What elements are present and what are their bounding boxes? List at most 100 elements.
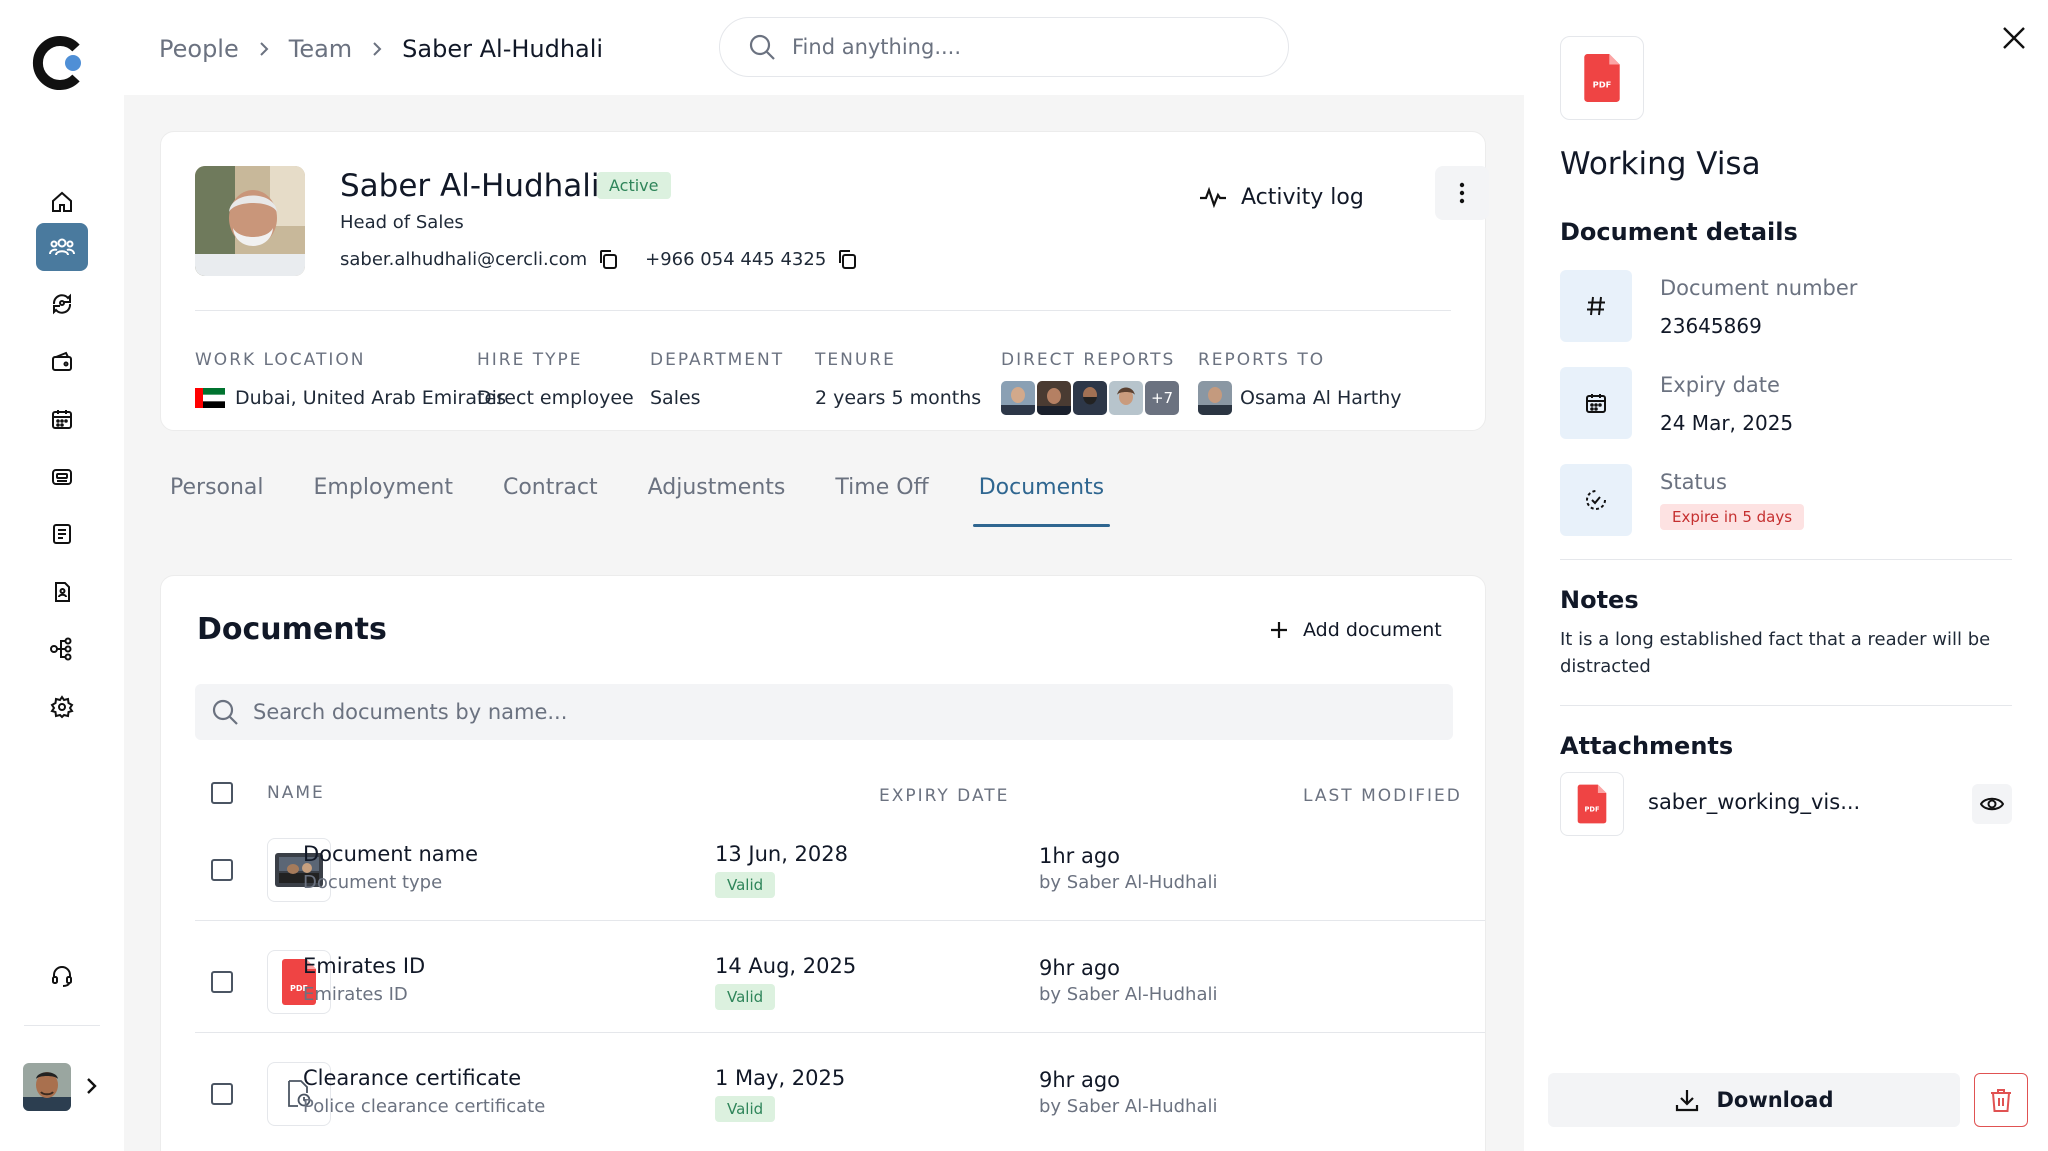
attachment-name[interactable]: saber_working_vis...: [1648, 790, 1860, 814]
field-tenure: TENURE 2 years 5 months: [815, 350, 981, 414]
select-all-checkbox[interactable]: [211, 782, 233, 804]
document-name[interactable]: Emirates ID: [303, 954, 425, 978]
sidebar-item-home[interactable]: [36, 178, 88, 226]
field-department: DEPARTMENT Sales: [650, 350, 784, 414]
add-document-button[interactable]: Add document: [1269, 610, 1442, 650]
activity-log-label: Activity log: [1241, 184, 1364, 210]
expiry-date-label: Expiry date: [1660, 373, 1780, 397]
tab-documents[interactable]: Documents: [972, 475, 1111, 527]
sidebar-item-settings[interactable]: [36, 683, 88, 731]
tab-adjustments[interactable]: Adjustments: [642, 475, 792, 527]
sidebar-item-org-chart[interactable]: [36, 625, 88, 673]
document-details-title: Document details: [1560, 218, 1798, 246]
main-content: Saber Al-Hudhali Active Head of Sales sa…: [124, 95, 1524, 1151]
panel-divider: [1560, 705, 2012, 706]
reports-to-value[interactable]: Osama Al Harthy: [1198, 381, 1402, 415]
sidebar-item-documents[interactable]: [36, 568, 88, 616]
direct-reports-value[interactable]: +7: [1001, 381, 1179, 415]
sidebar-item-payroll[interactable]: [36, 338, 88, 386]
uae-flag-icon: [195, 388, 225, 408]
chevron-right-icon: [259, 41, 269, 57]
column-header-expiry: EXPIRY DATE: [879, 786, 1010, 806]
activity-log-button[interactable]: Activity log: [1199, 172, 1364, 222]
document-name[interactable]: Document name: [303, 842, 478, 866]
row-divider: [195, 1032, 1485, 1033]
department-value: Sales: [650, 387, 701, 409]
copy-email-icon[interactable]: [597, 248, 619, 270]
tab-contract[interactable]: Contract: [497, 475, 604, 527]
global-search-input[interactable]: Find anything....: [719, 17, 1289, 77]
preview-attachment-button[interactable]: [1972, 784, 2012, 824]
profile-divider: [195, 310, 1451, 311]
employee-name: Saber Al-Hudhali: [340, 168, 600, 204]
hire-type-value: Direct employee: [477, 387, 634, 409]
status-check-icon: [1560, 464, 1632, 536]
add-document-label: Add document: [1303, 619, 1442, 641]
more-reports-count: +7: [1145, 381, 1179, 415]
tab-time-off[interactable]: Time Off: [829, 475, 934, 527]
document-modified-by: by Saber Al-Hudhali: [1039, 1096, 1218, 1117]
attachment-pdf-icon: PDF: [1560, 772, 1624, 836]
documents-title: Documents: [197, 612, 387, 647]
sidebar-item-people[interactable]: [36, 223, 88, 271]
document-name[interactable]: Clearance certificate: [303, 1066, 521, 1090]
field-work-location: WORK LOCATION Dubai, United Arab Emirate…: [195, 350, 506, 414]
contact-row: saber.alhudhali@cercli.com +966 054 445 …: [340, 248, 884, 270]
field-hire-type: HIRE TYPE Direct employee: [477, 350, 634, 414]
document-modified: 9hr ago: [1039, 1068, 1121, 1092]
manager-name: Osama Al Harthy: [1240, 387, 1402, 409]
attachments-title: Attachments: [1560, 732, 1734, 760]
field-label: HIRE TYPE: [477, 350, 583, 370]
sidebar-item-calendar[interactable]: [36, 395, 88, 443]
document-number-label: Document number: [1660, 276, 1858, 300]
copy-phone-icon[interactable]: [836, 248, 858, 270]
calendar-icon: [50, 407, 74, 431]
settings-icon: [50, 695, 74, 719]
id-card-icon: [50, 465, 74, 489]
cercli-logo[interactable]: [32, 34, 90, 92]
search-placeholder: Find anything....: [792, 35, 962, 59]
document-type: Police clearance certificate: [303, 1096, 546, 1117]
document-user-icon: [50, 580, 74, 604]
field-reports-to: REPORTS TO Osama Al Harthy: [1198, 350, 1402, 415]
headset-icon: [50, 964, 74, 988]
document-type: Emirates ID: [303, 984, 408, 1005]
chevron-right-icon[interactable]: [84, 1076, 98, 1096]
home-icon: [50, 190, 74, 214]
close-panel-button[interactable]: [1994, 18, 2034, 58]
documents-card: Documents Add document Search documents …: [160, 575, 1486, 1151]
wallet-icon: [50, 350, 74, 374]
current-user-avatar[interactable]: [23, 1063, 71, 1111]
notes-text: It is a long established fact that a rea…: [1560, 629, 1991, 677]
plus-icon: [1269, 620, 1289, 640]
row-checkbox[interactable]: [211, 1083, 233, 1105]
tab-personal[interactable]: Personal: [164, 475, 270, 527]
status-badge: Valid: [715, 1096, 776, 1122]
sidebar-item-sync[interactable]: [36, 280, 88, 328]
document-number-value: 23645869: [1660, 314, 1762, 338]
row-checkbox[interactable]: [211, 859, 233, 881]
document-expiry: 14 Aug, 2025: [715, 954, 857, 978]
avatar: [1037, 381, 1071, 415]
profile-card: Saber Al-Hudhali Active Head of Sales sa…: [160, 131, 1489, 431]
download-label: Download: [1716, 1088, 1834, 1112]
sidebar-item-cards[interactable]: [36, 453, 88, 501]
download-button[interactable]: Download: [1548, 1073, 1960, 1127]
breadcrumb-team[interactable]: Team: [289, 35, 352, 63]
status-badge: Valid: [715, 872, 776, 898]
field-value-row: Dubai, United Arab Emirates: [195, 382, 506, 414]
profile-photo: [195, 166, 305, 276]
more-options-button[interactable]: [1435, 166, 1489, 220]
sidebar-item-tasks[interactable]: [36, 510, 88, 558]
documents-search-input[interactable]: Search documents by name...: [195, 684, 1453, 740]
row-checkbox[interactable]: [211, 971, 233, 993]
delete-button[interactable]: [1974, 1073, 2028, 1127]
document-detail-panel: PDF Working Visa Document details Docume…: [1524, 0, 2048, 1151]
sync-user-icon: [50, 292, 74, 316]
tab-employment[interactable]: Employment: [308, 475, 459, 527]
document-modified: 1hr ago: [1039, 844, 1121, 868]
download-icon: [1674, 1087, 1700, 1113]
breadcrumb-people[interactable]: People: [159, 35, 239, 63]
sidebar-item-support[interactable]: [36, 952, 88, 1000]
employee-email: saber.alhudhali@cercli.com: [340, 248, 588, 270]
